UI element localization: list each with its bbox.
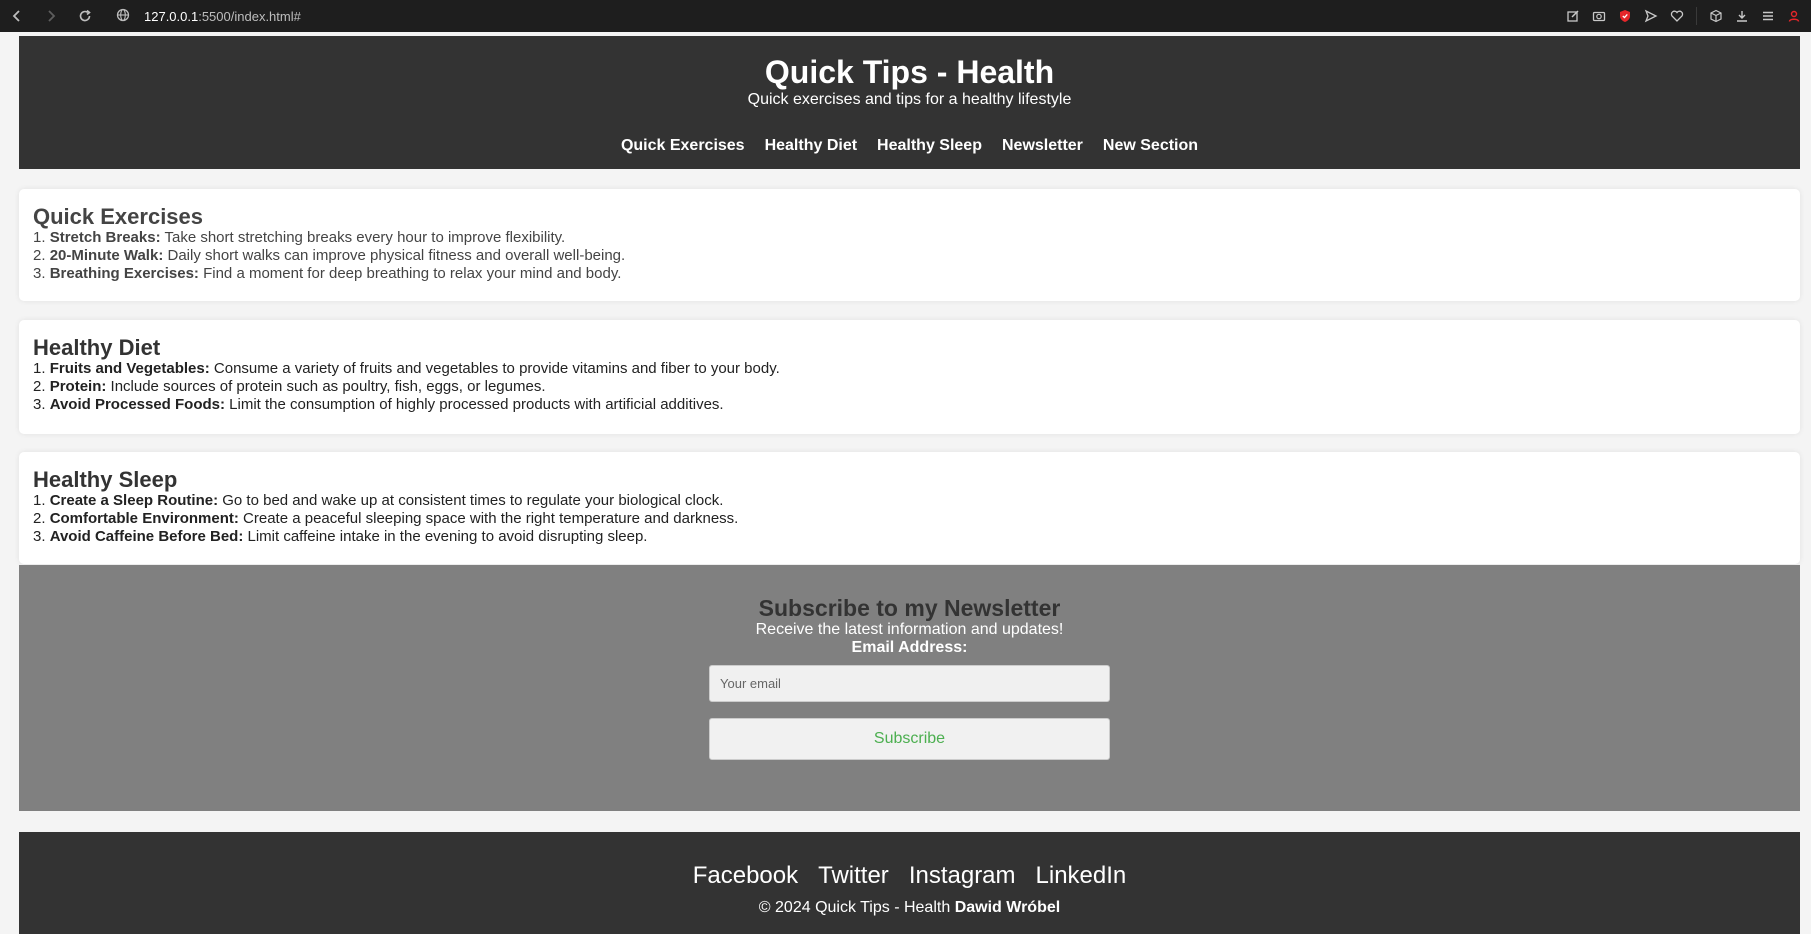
item-text: Include sources of protein such as poult… [110, 378, 546, 395]
item-label: Create a Sleep Routine: [49, 492, 219, 509]
section-title: Healthy Sleep [33, 467, 178, 492]
list-item: 1. Stretch Breaks: Take short stretching… [33, 229, 1786, 247]
item-number: 2. [33, 378, 46, 395]
list-item: 2. 20-Minute Walk: Daily short walks can… [33, 247, 1786, 265]
newsletter-subtitle: Receive the latest information and updat… [755, 621, 1064, 638]
item-number: 1. [33, 229, 46, 246]
page-subtitle: Quick exercises and tips for a healthy l… [747, 91, 1072, 108]
section-title: Quick Exercises [33, 204, 204, 229]
twitter-link[interactable]: Twitter [818, 862, 889, 890]
shield-icon[interactable] [1614, 5, 1636, 27]
item-text: Consume a variety of fruits and vegetabl… [213, 360, 780, 377]
instagram-link[interactable]: Instagram [909, 862, 1016, 890]
page: Quick Tips - Health Quick exercises and … [0, 32, 1811, 934]
main-nav: Quick Exercises Healthy Diet Healthy Sle… [19, 136, 1800, 156]
email-field[interactable] [709, 665, 1110, 702]
menu-icon[interactable] [1757, 5, 1779, 27]
cube-icon[interactable] [1705, 5, 1727, 27]
heart-icon[interactable] [1666, 5, 1688, 27]
item-number: 1. [33, 360, 46, 377]
address-bar[interactable]: 127.0.0.1:5500/index.html# [116, 8, 301, 25]
item-text: Limit the consumption of highly processe… [229, 396, 724, 413]
toolbar-divider [1696, 7, 1697, 25]
tips-list: 1. Create a Sleep Routine: Go to bed and… [33, 492, 1786, 546]
item-number: 3. [33, 396, 46, 413]
section-quick-exercises: Quick Exercises 1. Stretch Breaks: Take … [19, 189, 1800, 301]
item-number: 2. [33, 510, 46, 527]
newsletter-section: Subscribe to my Newsletter Receive the l… [19, 565, 1800, 811]
subscribe-button[interactable]: Subscribe [709, 718, 1110, 760]
item-number: 2. [33, 247, 46, 264]
browser-toolbar: 127.0.0.1:5500/index.html# [0, 0, 1811, 32]
globe-icon [116, 8, 130, 25]
item-label: Comfortable Environment: [49, 510, 239, 527]
list-item: 3. Breathing Exercises: Find a moment fo… [33, 265, 1786, 283]
item-label: Fruits and Vegetables: [49, 360, 210, 377]
forward-icon[interactable] [38, 3, 64, 29]
reload-icon[interactable] [72, 3, 98, 29]
url-host: 127.0.0.1 [144, 8, 199, 24]
item-text: Create a peaceful sleeping space with th… [243, 510, 739, 527]
item-label: Avoid Caffeine Before Bed: [49, 528, 244, 545]
author-name: Dawid Wróbel [954, 899, 1061, 916]
email-label: Email Address: [851, 639, 968, 656]
list-item: 1. Create a Sleep Routine: Go to bed and… [33, 492, 1786, 510]
linkedin-link[interactable]: LinkedIn [1036, 862, 1127, 890]
social-links: Facebook Twitter Instagram LinkedIn [19, 832, 1800, 890]
list-item: 2. Protein: Include sources of protein s… [33, 378, 1786, 396]
nav-link-healthy-diet[interactable]: Healthy Diet [765, 136, 857, 156]
nav-link-new-section[interactable]: New Section [1103, 136, 1198, 156]
item-text: Go to bed and wake up at consistent time… [222, 492, 724, 509]
nav-link-newsletter[interactable]: Newsletter [1002, 136, 1083, 156]
site-footer: Facebook Twitter Instagram LinkedIn © 20… [19, 832, 1800, 934]
nav-link-quick-exercises[interactable]: Quick Exercises [621, 136, 745, 156]
tips-list: 1. Fruits and Vegetables: Consume a vari… [33, 360, 1786, 414]
item-label: 20-Minute Walk: [49, 247, 164, 264]
section-healthy-diet: Healthy Diet 1. Fruits and Vegetables: C… [19, 320, 1800, 434]
copyright-text: © 2024 Quick Tips - Health [758, 899, 951, 916]
section-healthy-sleep: Healthy Sleep 1. Create a Sleep Routine:… [19, 452, 1800, 564]
copyright: © 2024 Quick Tips - Health Dawid Wróbel [19, 898, 1800, 918]
section-title: Healthy Diet [33, 335, 161, 360]
item-number: 3. [33, 265, 46, 282]
profile-icon[interactable] [1783, 5, 1805, 27]
camera-icon[interactable] [1588, 5, 1610, 27]
item-label: Breathing Exercises: [49, 265, 199, 282]
page-title: Quick Tips - Health [764, 54, 1055, 90]
item-label: Protein: [49, 378, 107, 395]
url-path: :5500/index.html# [198, 8, 301, 24]
list-item: 2. Comfortable Environment: Create a pea… [33, 510, 1786, 528]
back-icon[interactable] [4, 3, 30, 29]
item-number: 1. [33, 492, 46, 509]
newsletter-title: Subscribe to my Newsletter [758, 595, 1061, 621]
facebook-link[interactable]: Facebook [693, 862, 798, 890]
list-item: 1. Fruits and Vegetables: Consume a vari… [33, 360, 1786, 378]
edit-icon[interactable] [1562, 5, 1584, 27]
list-item: 3. Avoid Processed Foods: Limit the cons… [33, 396, 1786, 414]
download-icon[interactable] [1731, 5, 1753, 27]
send-icon[interactable] [1640, 5, 1662, 27]
item-number: 3. [33, 528, 46, 545]
item-label: Avoid Processed Foods: [49, 396, 225, 413]
site-header: Quick Tips - Health Quick exercises and … [19, 36, 1800, 169]
item-text: Find a moment for deep breathing to rela… [203, 265, 622, 282]
item-text: Daily short walks can improve physical f… [167, 247, 626, 264]
item-label: Stretch Breaks: [49, 229, 161, 246]
tips-list: 1. Stretch Breaks: Take short stretching… [33, 229, 1786, 283]
list-item: 3. Avoid Caffeine Before Bed: Limit caff… [33, 528, 1786, 546]
nav-link-healthy-sleep[interactable]: Healthy Sleep [877, 136, 982, 156]
item-text: Limit caffeine intake in the evening to … [247, 528, 648, 545]
item-text: Take short stretching breaks every hour … [164, 229, 566, 246]
